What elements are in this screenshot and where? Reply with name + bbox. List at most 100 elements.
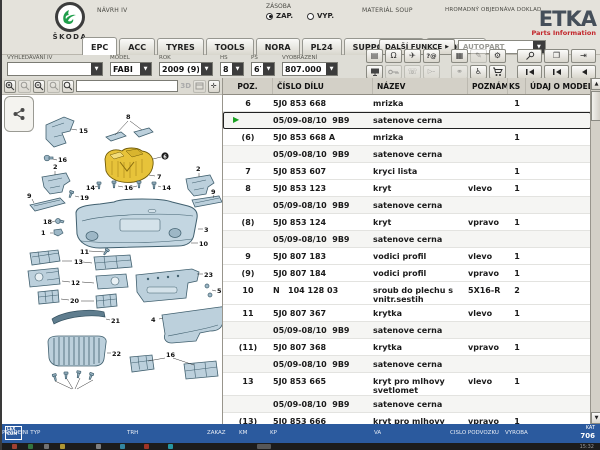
part-23[interactable]: 5 [205, 284, 222, 297]
table-row[interactable]: ▶(13) 5J0 853 666 kryt pro mlhovy vpravo… [223, 413, 591, 424]
scroll-up-button[interactable]: ▲ [591, 78, 600, 90]
accessibility-button[interactable]: ♿ [470, 65, 487, 79]
part-2-right[interactable]: 2 [186, 165, 214, 196]
export-document-button[interactable]: ⇥ [571, 49, 596, 63]
table-row[interactable]: ▶ 05/09-08/10 9B9 satenove cerna [223, 231, 591, 248]
zoom-window-button[interactable] [18, 80, 30, 93]
table-row[interactable]: ▶6 5J0 853 668 mrizka 1 [223, 95, 591, 112]
taskbar-active-app[interactable] [257, 444, 271, 449]
chevron-down-icon[interactable]: ▼ [201, 63, 212, 75]
table-row[interactable]: ▶9 5J0 807 183 vodici profil vlevo 1 [223, 248, 591, 265]
taskbar-icon[interactable] [120, 444, 125, 449]
zoom-in-button[interactable] [4, 80, 16, 93]
cart-button[interactable] [489, 65, 506, 79]
part-18[interactable]: 1 [41, 229, 63, 237]
filter-input[interactable] [111, 65, 140, 74]
part-search-input[interactable] [76, 80, 178, 92]
part-9-left[interactable]: 9 [27, 192, 65, 211]
part-13[interactable]: 12 [28, 268, 128, 289]
parts-button[interactable]: ⚭ [451, 65, 468, 79]
table-row[interactable]: ▶ 05/09-08/10 9B9 satenove cerna [223, 146, 591, 163]
table-row[interactable]: ▶ 05/09-08/10 9B9 satenove cerna [223, 112, 591, 129]
part-12[interactable]: 20 [38, 290, 117, 308]
part-19[interactable]: 19 [68, 190, 90, 202]
settings-button[interactable]: ⚙ [489, 49, 506, 63]
part-1-bumper[interactable]: 3 10 [76, 199, 209, 248]
part-4[interactable]: 22 [48, 336, 121, 366]
part-2-left[interactable]: 2 [42, 163, 70, 194]
nav-previous-group-button[interactable] [544, 65, 569, 79]
zoom-reset-button[interactable] [47, 80, 59, 93]
part-17[interactable]: 18 [43, 218, 64, 226]
vyp-radio[interactable]: VYP. [307, 12, 334, 20]
search-part-button[interactable] [62, 80, 74, 93]
part-5[interactable]: 21 [52, 310, 121, 325]
scrollbar-thumb[interactable] [591, 91, 600, 121]
chevron-down-icon[interactable]: ▼ [326, 63, 337, 75]
part-21[interactable]: 4 [151, 307, 222, 343]
table-row[interactable]: ▶ 05/09-08/10 9B9 satenove cerna [223, 356, 591, 373]
board-button[interactable]: ▦ [451, 49, 468, 63]
taskbar-icon[interactable] [44, 444, 49, 449]
table-row[interactable]: ▶ 05/09-08/10 9B9 satenove cerna [223, 197, 591, 214]
table-row[interactable]: ▶ 05/09-08/10 9B9 satenove cerna [223, 396, 591, 413]
table-row[interactable]: ▶10 N 104 128 03 sroub do plechu s vnitr… [223, 282, 591, 305]
part-16-screws[interactable] [52, 371, 94, 389]
table-row[interactable]: ▶(6) 5J0 853 668 A mrizka 1 [223, 129, 591, 146]
zoom-out-button[interactable] [33, 80, 45, 93]
zap-radio[interactable]: ZAP. [266, 12, 293, 20]
part-20[interactable]: 23 [136, 269, 213, 302]
pin-button[interactable] [517, 49, 542, 63]
help-button[interactable]: ?@ [423, 49, 440, 63]
scroll-down-button[interactable]: ▼ [591, 412, 600, 424]
phone-button[interactable]: ☏ [404, 65, 421, 79]
taskbar-icon[interactable] [12, 444, 17, 449]
table-row[interactable]: ▶8 5J0 853 123 kryt vlevo 1 [223, 180, 591, 197]
tab[interactable]: NORA [256, 38, 300, 55]
pan-button[interactable]: ✛ [208, 80, 220, 93]
chevron-down-icon[interactable]: ▼ [232, 63, 243, 75]
part-6-selected[interactable]: 6 7 [105, 148, 169, 182]
chevron-down-icon[interactable]: ▼ [140, 63, 151, 75]
tab[interactable]: TYRES [157, 38, 204, 55]
chevron-down-icon[interactable]: ▼ [91, 63, 102, 75]
part-8[interactable]: 8 [106, 113, 153, 141]
taskbar-icon[interactable] [168, 444, 173, 449]
filter-input[interactable] [221, 65, 232, 74]
print-button[interactable]: ▤ [366, 49, 383, 63]
tab[interactable]: ACC [119, 38, 155, 55]
filter-input[interactable] [160, 65, 201, 74]
table-row[interactable]: ▶7 5J0 853 607 kryci lista 1 [223, 163, 591, 180]
table-row[interactable]: ▶11 5J0 807 367 krytka vlevo 1 [223, 305, 591, 322]
key-button[interactable] [385, 65, 402, 79]
parts-diagram[interactable]: 15 16 8 [2, 95, 222, 424]
table-row[interactable]: ▶13 5J0 853 665 kryt pro mlhovy svetlome… [223, 373, 591, 396]
monitor-button[interactable] [366, 65, 383, 79]
taskbar-icon[interactable] [60, 444, 65, 449]
bell-button[interactable]: Ω [385, 49, 402, 63]
tab[interactable]: EPC [82, 37, 117, 55]
taskbar-icon[interactable] [28, 444, 33, 449]
table-row[interactable]: ▶(9) 5J0 807 184 vodici profil vpravo 1 [223, 265, 591, 282]
window-view-button[interactable] [193, 80, 205, 93]
share-button[interactable] [4, 96, 34, 132]
taskbar-icon[interactable] [144, 444, 149, 449]
copy-document-button[interactable]: ❐ [544, 49, 569, 63]
taskbar-icon[interactable] [96, 444, 101, 449]
play-button[interactable]: ▷– [423, 65, 440, 79]
table-row[interactable]: ▶(8) 5J0 853 124 kryt vpravo 1 [223, 214, 591, 231]
tab[interactable]: TOOLS [206, 38, 254, 55]
filter-input[interactable] [283, 65, 326, 74]
table-row[interactable]: ▶(11) 5J0 807 368 krytka vpravo 1 [223, 339, 591, 356]
edit-button[interactable]: ✎ [470, 49, 487, 63]
part-10[interactable]: 11 [80, 248, 110, 256]
part-15[interactable]: 15 [46, 117, 89, 147]
vertical-scrollbar[interactable]: ▲ ▼ [590, 78, 600, 424]
chevron-down-icon[interactable]: ▼ [263, 63, 274, 75]
filter-input[interactable] [252, 65, 263, 74]
table-row[interactable]: ▶ 05/09-08/10 9B9 satenove cerna [223, 322, 591, 339]
nav-first-button[interactable] [517, 65, 542, 79]
nav-back-button[interactable] [571, 65, 596, 79]
filter-input[interactable] [8, 65, 91, 74]
part-22[interactable]: 16 [130, 351, 218, 379]
